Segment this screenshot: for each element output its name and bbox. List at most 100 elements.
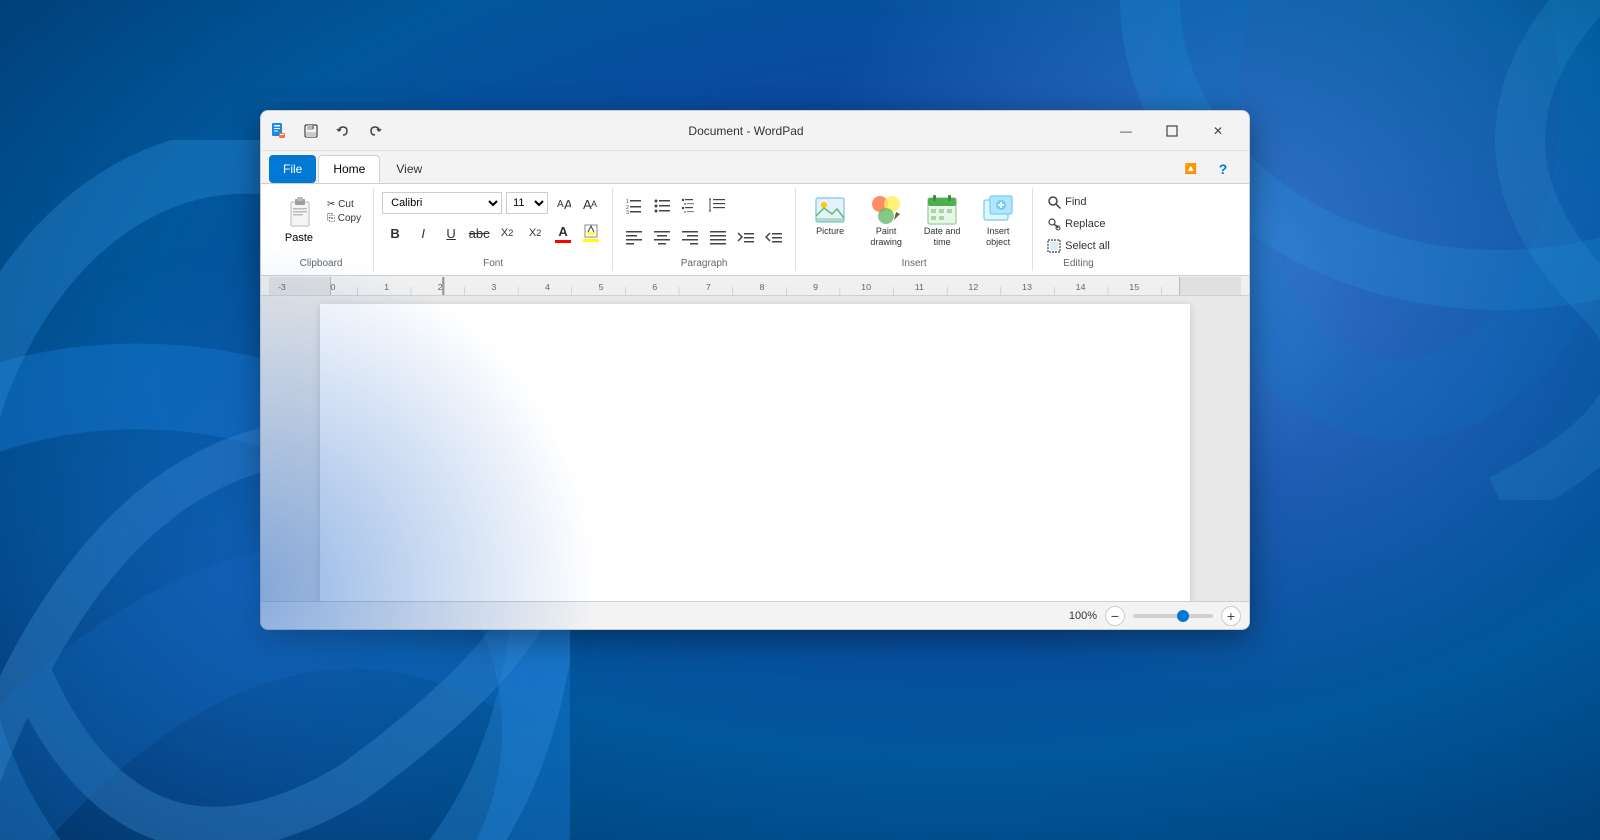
- title-bar: Document - WordPad — ✕: [261, 111, 1249, 151]
- paint-drawing-button[interactable]: Paintdrawing: [860, 192, 912, 250]
- document-area: [261, 296, 1249, 601]
- zoom-in-button[interactable]: +: [1221, 606, 1241, 626]
- zoom-out-button[interactable]: −: [1105, 606, 1125, 626]
- window-controls: — ✕: [1103, 115, 1241, 147]
- align-center-button[interactable]: [649, 224, 675, 250]
- svg-text:8: 8: [759, 282, 764, 291]
- font-format-row: B I U abc X2 X2 A: [382, 220, 604, 246]
- svg-text:13: 13: [1022, 282, 1032, 291]
- font-size-select[interactable]: 11 891012141618202428364872: [506, 192, 548, 214]
- copy-button[interactable]: ⎘ Copy: [323, 212, 365, 225]
- svg-text:15: 15: [1129, 282, 1139, 291]
- superscript-button[interactable]: X2: [522, 220, 548, 246]
- svg-text:14: 14: [1076, 282, 1086, 291]
- wordpad-window: Document - WordPad — ✕ File Home Vie: [260, 110, 1250, 630]
- increase-indent-button[interactable]: [733, 224, 759, 250]
- svg-text:A: A: [564, 197, 571, 211]
- help-button[interactable]: ?: [1209, 155, 1237, 183]
- subscript-button[interactable]: X2: [494, 220, 520, 246]
- group-paragraph: 123: [613, 188, 796, 271]
- zoom-label: 100%: [1069, 610, 1097, 622]
- zoom-thumb[interactable]: [1177, 610, 1189, 622]
- collapse-ribbon-button[interactable]: 🔼: [1177, 155, 1205, 183]
- group-insert: Picture Paintdrawing: [796, 188, 1033, 271]
- find-label: Find: [1065, 196, 1086, 208]
- select-all-button[interactable]: Select all: [1041, 236, 1116, 256]
- tab-file[interactable]: File: [269, 155, 316, 183]
- picture-button[interactable]: Picture: [804, 192, 856, 248]
- svg-text:6: 6: [652, 282, 657, 291]
- ruler-svg: -3 0 1 2 3 4 5 6 7 8 9 10 11 12 13 14 15: [269, 277, 1241, 295]
- svg-text:-3: -3: [278, 282, 286, 291]
- insert-label: Insert: [902, 256, 927, 271]
- highlight-button[interactable]: [578, 220, 604, 246]
- clipboard-stack: ✂ Cut ⎘ Copy: [323, 198, 365, 225]
- underline-button[interactable]: U: [438, 220, 464, 246]
- svg-text:1: 1: [384, 282, 389, 291]
- document-page: [320, 304, 1190, 601]
- ribbon-help-area: 🔼 ?: [1173, 155, 1241, 183]
- tab-home[interactable]: Home: [318, 155, 380, 183]
- svg-text:10: 10: [861, 282, 871, 291]
- bold-button[interactable]: B: [382, 220, 408, 246]
- svg-text:A: A: [557, 199, 564, 210]
- zoom-slider[interactable]: [1133, 614, 1213, 618]
- svg-text:3: 3: [491, 282, 496, 291]
- group-font: Calibri 11 891012141618202428364872 AA A…: [374, 188, 613, 271]
- font-shrink-button[interactable]: AA: [578, 192, 600, 214]
- qat-save-button[interactable]: [297, 117, 325, 145]
- status-bar: 100% − +: [261, 601, 1249, 629]
- document-editor[interactable]: [320, 304, 1190, 601]
- numbered-list-button[interactable]: 123: [621, 192, 647, 218]
- cut-button[interactable]: ✂ Cut: [323, 198, 365, 211]
- editing-label: Editing: [1063, 256, 1094, 271]
- paste-label: Paste: [285, 232, 313, 244]
- title-bar-left: [269, 117, 389, 145]
- line-spacing-button[interactable]: [705, 192, 731, 218]
- svg-text:0: 0: [330, 282, 335, 291]
- svg-text:7: 7: [706, 282, 711, 291]
- font-color-button[interactable]: A: [550, 220, 576, 246]
- clipboard-label: Clipboard: [300, 256, 343, 271]
- insert-object-label: Insertobject: [986, 226, 1010, 248]
- svg-text:A: A: [591, 199, 597, 209]
- paragraph-group-content: 123: [621, 188, 787, 256]
- date-time-label: Date andtime: [924, 226, 961, 248]
- find-button[interactable]: Find: [1041, 192, 1116, 212]
- ribbon: File Home View 🔼 ?: [261, 151, 1249, 276]
- bullet-list-button[interactable]: [649, 192, 675, 218]
- font-color-swatch: [555, 240, 571, 243]
- app-icon: [269, 121, 289, 141]
- qat-undo-button[interactable]: [329, 117, 357, 145]
- tab-view[interactable]: View: [382, 155, 436, 183]
- multilevel-list-button[interactable]: [677, 192, 703, 218]
- justify-button[interactable]: [705, 224, 731, 250]
- svg-text:4: 4: [545, 282, 550, 291]
- date-time-button[interactable]: Date andtime: [916, 192, 968, 250]
- align-right-button[interactable]: [677, 224, 703, 250]
- close-button[interactable]: ✕: [1195, 115, 1241, 147]
- svg-text:3: 3: [626, 210, 629, 214]
- highlight-color-swatch: [583, 239, 599, 242]
- svg-text:9: 9: [813, 282, 818, 291]
- strikethrough-button[interactable]: abc: [466, 220, 492, 246]
- ruler: -3 0 1 2 3 4 5 6 7 8 9 10 11 12 13 14 15: [261, 276, 1249, 296]
- window-title: Document - WordPad: [389, 124, 1103, 138]
- select-all-label: Select all: [1065, 240, 1110, 252]
- replace-label: Replace: [1065, 218, 1105, 230]
- insert-object-button[interactable]: Insertobject: [972, 192, 1024, 250]
- decrease-indent-button[interactable]: [761, 224, 787, 250]
- italic-button[interactable]: I: [410, 220, 436, 246]
- minimize-button[interactable]: —: [1103, 115, 1149, 147]
- font-grow-button[interactable]: AA: [552, 192, 574, 214]
- svg-text:11: 11: [915, 282, 925, 291]
- replace-button[interactable]: Replace: [1041, 214, 1116, 234]
- align-left-button[interactable]: [621, 224, 647, 250]
- qat-redo-button[interactable]: [361, 117, 389, 145]
- picture-label: Picture: [816, 226, 844, 237]
- font-family-select[interactable]: Calibri: [382, 192, 502, 214]
- paste-button[interactable]: Paste: [277, 192, 321, 248]
- editing-group-content: Find Replace Select all: [1041, 188, 1116, 256]
- maximize-button[interactable]: [1149, 115, 1195, 147]
- clipboard-group-content: Paste ✂ Cut ⎘ Copy: [277, 188, 365, 256]
